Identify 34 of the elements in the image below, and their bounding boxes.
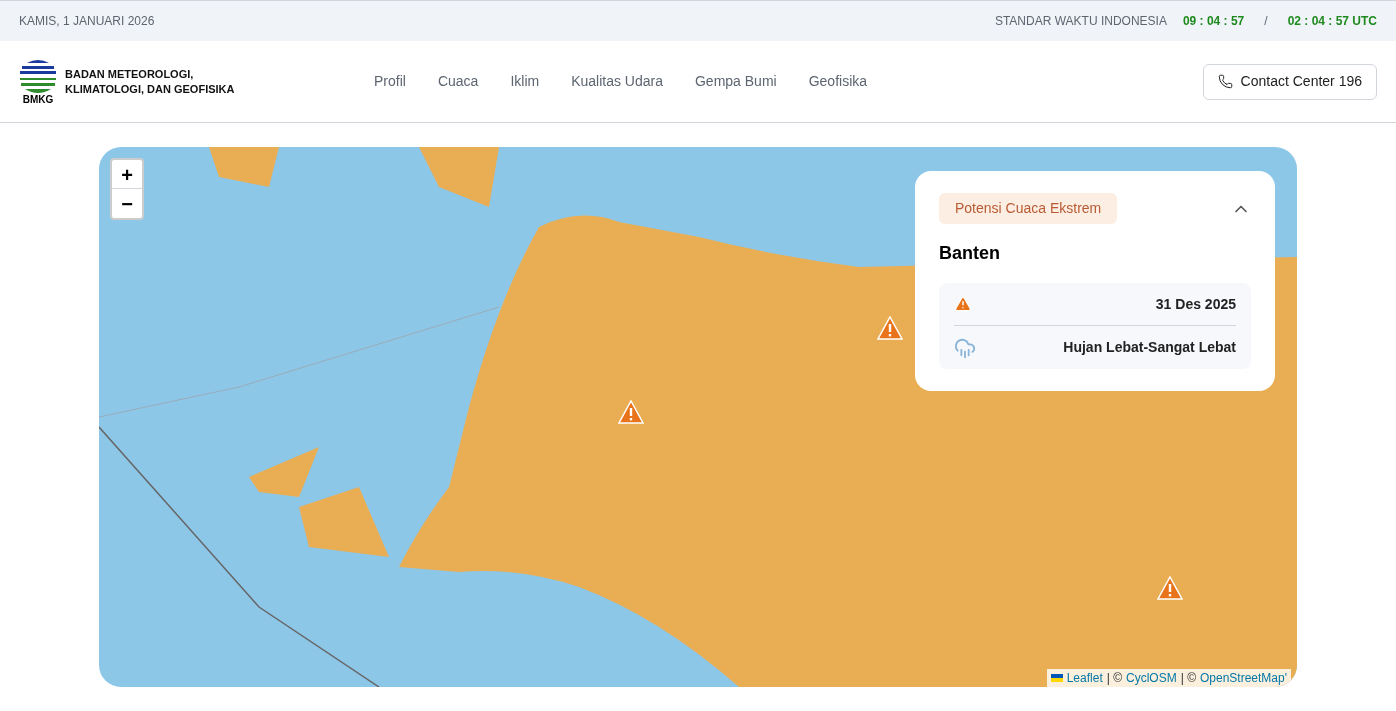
nav-link[interactable]: Gempa Bumi	[695, 71, 777, 92]
zoom-out-button[interactable]: −	[112, 189, 142, 218]
contact-button[interactable]: Contact Center 196	[1202, 63, 1377, 100]
attribution-link[interactable]: OpenStreetMap'	[1200, 669, 1287, 687]
phone-icon	[1217, 74, 1233, 89]
attribution-separator: | ©	[1180, 670, 1196, 687]
alert-detail-text: Hujan Lebat-Sangat Lebat	[1063, 338, 1236, 357]
alert-detail-text: 31 Des 2025	[1155, 294, 1236, 314]
warning-icon	[954, 295, 972, 313]
nav-link[interactable]: Iklim	[510, 71, 540, 92]
warning-marker-icon[interactable]	[877, 316, 903, 340]
attribution-separator: | ©	[1106, 670, 1122, 687]
nav-link[interactable]: Cuaca	[437, 71, 479, 92]
logo-icon	[19, 58, 57, 95]
attribution-link[interactable]: Leaflet	[1066, 669, 1103, 687]
local-time: 09 : 04 : 57	[1182, 13, 1245, 30]
nav-link[interactable]: Kualitas Udara	[571, 71, 663, 92]
nav-link[interactable]: Geofisika	[808, 71, 868, 92]
logo-text: BMKG	[22, 94, 54, 105]
date-text: KAMIS, 1 JANUARI 2026	[19, 13, 155, 30]
warning-marker-icon[interactable]	[1157, 576, 1183, 600]
map[interactable]: + − Potensi Cuaca Ekstrem Banten 31 Des 2025 Hujan Lebat-Sangat Lebat Leaflet | © CyclOSM | © OpenStreetMap'	[99, 147, 1297, 687]
attribution-link[interactable]: CyclOSM	[1126, 669, 1177, 687]
timezone-label: STANDAR WAKTU INDONESIA	[994, 13, 1167, 30]
utc-time: 02 : 04 : 57 UTC	[1287, 13, 1377, 30]
nav-link[interactable]: Profil	[374, 71, 406, 92]
region-title: Banten	[939, 242, 1001, 265]
flag-icon	[1050, 674, 1063, 682]
rain-cloud-icon	[954, 336, 976, 359]
time-separator: /	[1264, 13, 1268, 30]
zoom-in-button[interactable]: +	[112, 160, 142, 189]
warning-marker-icon[interactable]	[618, 400, 644, 424]
alert-badge: Potensi Cuaca Ekstrem	[939, 193, 1118, 224]
organization-name: BADAN METEOROLOGI, KLIMATOLOGI, DAN GEOFISIKA	[65, 66, 235, 97]
